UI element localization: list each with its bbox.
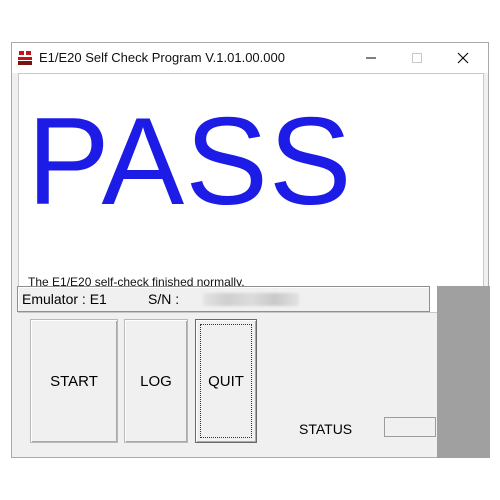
maximize-button[interactable] [394,43,440,73]
emulator-label: Emulator : E1 [22,291,107,307]
minimize-button[interactable] [348,43,394,73]
start-button[interactable]: START [30,319,118,443]
close-icon [457,52,469,64]
maximize-icon [412,53,422,63]
emulator-info-bar: Emulator : E1 S/N : [17,286,430,312]
status-label: STATUS [299,421,353,437]
window-title: E1/E20 Self Check Program V.1.01.00.000 [39,50,285,65]
side-panel [437,286,490,458]
result-panel: PASS The E1/E20 self-check finished norm… [18,73,484,313]
log-button[interactable]: LOG [124,319,188,443]
serial-number-redacted [203,293,299,306]
title-bar: E1/E20 Self Check Program V.1.01.00.000 [12,43,488,73]
minimize-icon [366,57,376,59]
serial-number-label: S/N : [148,291,180,307]
app-window: E1/E20 Self Check Program V.1.01.00.000 … [11,42,490,458]
quit-button-label: QUIT [208,372,244,390]
close-button[interactable] [440,43,486,73]
quit-button[interactable]: QUIT [195,319,257,443]
result-headline: PASS [27,93,353,231]
status-indicator [384,417,436,437]
renesas-app-icon [17,50,33,66]
